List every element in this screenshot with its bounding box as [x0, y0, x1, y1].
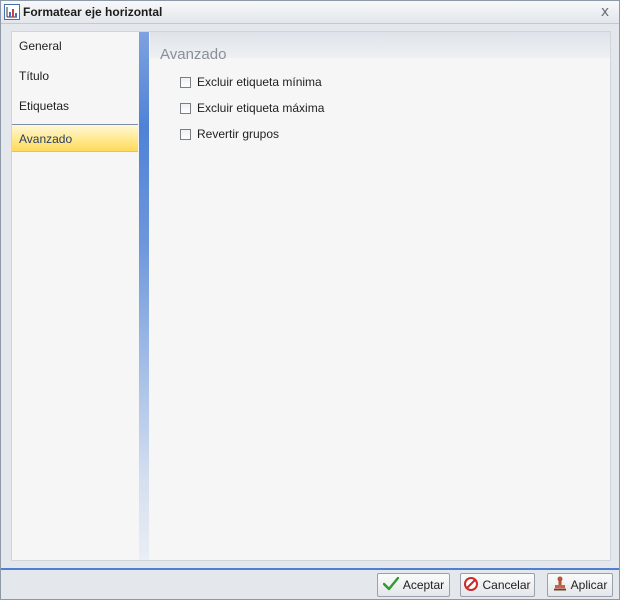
exclude-min-label-option[interactable]: Excluir etiqueta mínima — [180, 74, 322, 90]
sidebar-item-label: Etiquetas — [19, 99, 70, 113]
option-label: Excluir etiqueta máxima — [197, 101, 325, 115]
axis-chart-icon — [4, 4, 20, 20]
exclude-max-label-option[interactable]: Excluir etiqueta máxima — [180, 100, 324, 116]
accept-button[interactable]: Aceptar — [377, 573, 450, 597]
reverse-groups-option[interactable]: Revertir grupos — [180, 126, 279, 142]
title-bar: Formatear eje horizontal x — [1, 1, 619, 24]
sidebar-item-etiquetas[interactable]: Etiquetas — [12, 92, 138, 120]
settings-panel: Avanzado Excluir etiqueta mínima Excluir… — [150, 32, 610, 560]
sidebar-item-titulo[interactable]: Título — [12, 62, 138, 90]
cancel-button-label: Cancelar — [482, 578, 531, 592]
dialog-content: General Título Etiquetas Avanzado Avanza… — [11, 31, 611, 561]
sidebar-item-general[interactable]: General — [12, 32, 138, 60]
panel-title: Avanzado — [160, 46, 227, 63]
option-label: Excluir etiqueta mínima — [197, 75, 322, 89]
exclude-max-label-checkbox[interactable] — [180, 102, 191, 114]
sidebar-item-avanzado[interactable]: Avanzado — [12, 124, 138, 152]
sidebar-item-label: Título — [19, 69, 50, 83]
reverse-groups-checkbox[interactable] — [180, 128, 191, 140]
window-title: Formatear eje horizontal — [23, 5, 163, 19]
option-label: Revertir grupos — [197, 127, 280, 141]
accept-button-label: Aceptar — [402, 578, 445, 592]
sidebar-splitter[interactable] — [139, 32, 149, 560]
checkmark-icon — [382, 576, 403, 594]
cancel-button[interactable]: Cancelar — [460, 573, 535, 597]
no-entry-icon — [464, 576, 482, 594]
close-icon[interactable]: x — [597, 4, 613, 20]
apply-button-label: Aplicar — [570, 578, 608, 592]
apply-button[interactable]: Aplicar — [547, 573, 613, 597]
footer-separator — [1, 568, 619, 570]
sidebar-item-label: General — [19, 39, 62, 53]
stamp-icon — [553, 576, 571, 594]
dialog-window: Formatear eje horizontal x General Títul… — [0, 0, 620, 600]
sidebar-item-label: Avanzado — [19, 132, 73, 146]
sidebar-nav: General Título Etiquetas Avanzado — [12, 32, 138, 560]
exclude-min-label-checkbox[interactable] — [180, 76, 191, 88]
